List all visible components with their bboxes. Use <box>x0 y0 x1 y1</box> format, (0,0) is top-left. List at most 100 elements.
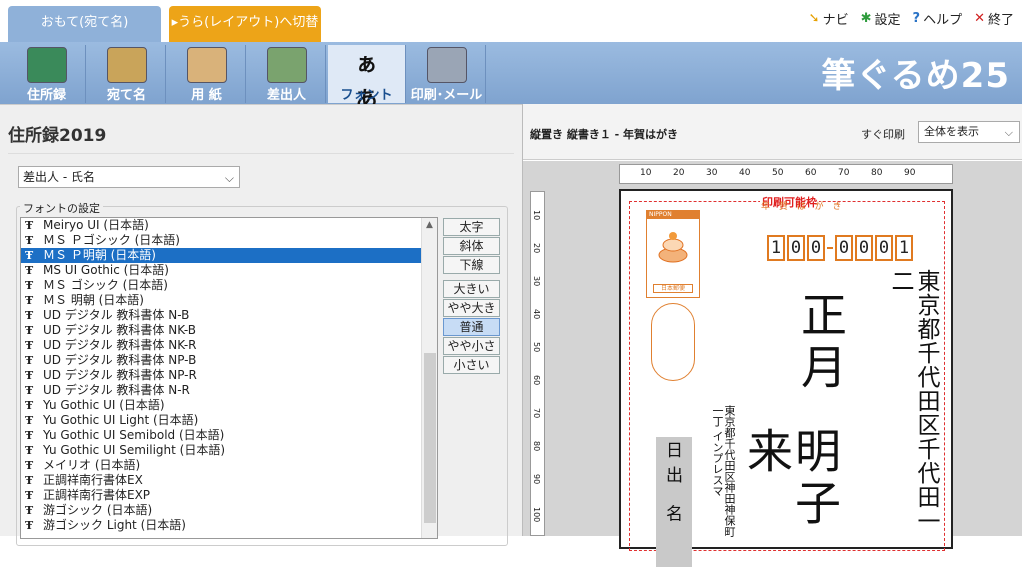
font-list-item[interactable]: Ŧ UD デジタル 教科書体 NK-R <box>21 338 437 353</box>
field-select[interactable]: 差出人 - 氏名 ⌵ <box>18 166 240 188</box>
font-name: ＭＳ Ｐ明朝 (日本語) <box>43 248 156 262</box>
horizontal-ruler: 10 20 30 40 50 60 70 80 90 <box>619 164 953 184</box>
toolbar-label: 印刷･メール <box>410 88 483 103</box>
postal-dash <box>827 247 833 249</box>
stamp-icon: NIPPON 日本郵便 <box>646 210 700 298</box>
underline-button[interactable]: 下線 <box>443 256 500 274</box>
ruler-tick-label: 20 <box>532 243 541 254</box>
menu-help[interactable]: ? ヘルプ <box>913 9 963 28</box>
font-list-item[interactable]: Ŧ メイリオ (日本語) <box>21 458 437 473</box>
font-list-item[interactable]: Ŧ 正調祥南行書体EXP <box>21 488 437 503</box>
postal-digit-box: 0 <box>787 235 805 261</box>
stamp-bottom-text: 日本郵便 <box>653 284 693 293</box>
font-list-scrollbar[interactable]: ▲ <box>421 218 437 538</box>
sender-address-line-2: インプレスマ <box>711 430 724 497</box>
menu-close[interactable]: ✕ 終了 <box>974 9 1014 28</box>
zoom-select[interactable]: 全体を表示 ⌵ <box>918 121 1020 143</box>
truetype-font-icon: Ŧ <box>25 429 34 442</box>
ruler-tick-label: 10 <box>532 210 541 221</box>
font-name: UD デジタル 教科書体 N-R <box>43 383 190 397</box>
font-list-item[interactable]: Ŧ Yu Gothic UI (日本語) <box>21 398 437 413</box>
recipient-name-2[interactable]: 明子 来 <box>740 427 842 547</box>
postcard[interactable]: 印刷可能枠 年 賀 は が き NIPPON 日本郵便 1000001 東京都千… <box>619 189 953 567</box>
menu-pointer[interactable]: ➘ ナビ <box>809 9 849 28</box>
truetype-font-icon: Ŧ <box>25 294 34 307</box>
sender-address[interactable]: 東京都千代田区神田神保町一丁 インプレスマ <box>711 405 736 547</box>
font-list-item[interactable]: Ŧ Yu Gothic UI Semilight (日本語) <box>21 443 437 458</box>
font-name: MS UI Gothic (日本語) <box>43 263 169 277</box>
font-name: ＭＳ ゴシック (日本語) <box>43 278 168 292</box>
postal-digit-box: 1 <box>895 235 913 261</box>
ruler-tick-label: 90 <box>904 168 916 178</box>
font-list-item[interactable]: Ŧ Yu Gothic UI Light (日本語) <box>21 413 437 428</box>
truetype-font-icon: Ŧ <box>25 354 34 367</box>
menu-label: 設定 <box>874 13 901 28</box>
font-list-item[interactable]: Ŧ UD デジタル 教科書体 NK-B <box>21 323 437 338</box>
ruler-tick-label: 80 <box>532 441 541 452</box>
font-list-item[interactable]: Ŧ UD デジタル 教科書体 NP-B <box>21 353 437 368</box>
top-menu: ➘ ナビ ✱ 設定 ? ヘルプ ✕ 終了 <box>809 9 1014 28</box>
size-normal-button[interactable]: 普通 <box>443 318 500 336</box>
brand-logo: 筆ぐるめ25 <box>821 56 1010 96</box>
truetype-font-icon: Ŧ <box>25 219 34 232</box>
font-name: Meiryo UI (日本語) <box>43 218 149 232</box>
font-list-item[interactable]: Ŧ Yu Gothic UI Semibold (日本語) <box>21 428 437 443</box>
main-toolbar: 筆ぐるめ25 住所録 宛て名用 紙差出人 ぁあ フォント 印刷･メール <box>0 42 1022 113</box>
font-name: Yu Gothic UI Light (日本語) <box>43 413 199 427</box>
size-small-button[interactable]: 小さい <box>443 356 500 374</box>
scroll-up-icon[interactable]: ▲ <box>426 220 433 230</box>
font-name: UD デジタル 教科書体 NK-B <box>43 323 196 337</box>
paper-icon <box>186 47 227 83</box>
toolbar-label: 住所録 <box>26 88 66 103</box>
toolbar-font[interactable]: ぁあ フォント <box>328 45 406 113</box>
toolbar-paper[interactable]: 用 紙 <box>168 45 246 103</box>
font-list-item[interactable]: Ŧ Meiryo UI (日本語) <box>21 218 437 233</box>
postcard-preview: 10 20 30 40 50 60 70 80 90 10 20 30 40 50 60 70 80 90 100… <box>523 161 1022 567</box>
truetype-font-icon: Ŧ <box>25 249 34 262</box>
address-book-title: 住所録2019 <box>8 126 107 146</box>
bold-button[interactable]: 太字 <box>443 218 500 236</box>
font-list-item[interactable]: Ŧ MS UI Gothic (日本語) <box>21 263 437 278</box>
postal-code-boxes[interactable]: 1000001 <box>767 235 913 261</box>
recipient-address[interactable]: 東京都千代田区千代田一二 <box>887 269 939 547</box>
printer-icon <box>426 47 467 83</box>
size-large-button[interactable]: 大きい <box>443 280 500 298</box>
font-list-item[interactable]: Ŧ ＭＳ 明朝 (日本語) <box>21 293 437 308</box>
ruler-tick-label: 50 <box>532 342 541 353</box>
help-icon: ? <box>912 11 921 26</box>
ruler-tick-label: 60 <box>805 168 817 178</box>
font-list-item[interactable]: Ŧ 游ゴシック Light (日本語) <box>21 518 437 533</box>
postal-digit-box: 0 <box>807 235 825 261</box>
tab-front-address[interactable]: おもて(宛て名) <box>8 6 161 42</box>
postal-digit-box: 1 <box>767 235 785 261</box>
toolbar-addressee[interactable]: 宛て名 <box>88 45 166 103</box>
top-bar: おもて(宛て名) ▸うら(レイアウト)へ切替 ➘ ナビ ✱ 設定 ? ヘルプ ✕ 終了 <box>0 0 1022 42</box>
truetype-font-icon: Ŧ <box>25 399 34 412</box>
scroll-thumb[interactable] <box>424 353 436 523</box>
toolbar-printer[interactable]: 印刷･メール <box>408 45 486 103</box>
font-list-item[interactable]: Ŧ UD デジタル 教科書体 N-B <box>21 308 437 323</box>
font-list-item[interactable]: Ŧ ＭＳ Ｐ明朝 (日本語) <box>21 248 437 263</box>
font-list-item[interactable]: Ŧ 正調祥南行書体EX <box>21 473 437 488</box>
font-name: 游ゴシック (日本語) <box>43 503 153 517</box>
toolbar-sender[interactable]: 差出人 <box>248 45 326 103</box>
font-list-item[interactable]: Ŧ ＭＳ Ｐゴシック (日本語) <box>21 233 437 248</box>
font-list-item[interactable]: Ŧ 游ゴシック (日本語) <box>21 503 437 518</box>
size-slightly-large-button[interactable]: やや大きい <box>443 299 500 331</box>
gear-icon: ✱ <box>860 11 872 26</box>
font-list[interactable]: Ŧ Meiryo UI (日本語) Ŧ ＭＳ Ｐゴシック (日本語) Ŧ ＭＳ Ｐ明朝 (… <box>20 217 438 539</box>
truetype-font-icon: Ŧ <box>25 339 34 352</box>
menu-gear[interactable]: ✱ 設定 <box>861 9 901 28</box>
truetype-font-icon: Ŧ <box>25 519 34 532</box>
tab-back-layout-switch[interactable]: ▸うら(レイアウト)へ切替 <box>169 6 321 42</box>
size-slightly-small-button[interactable]: やや小さい <box>443 337 500 369</box>
italic-button[interactable]: 斜体 <box>443 237 500 255</box>
sender-name[interactable]: 日出 名 <box>662 441 682 529</box>
toolbar-address-book[interactable]: 住所録 <box>8 45 86 103</box>
font-list-item[interactable]: Ŧ UD デジタル 教科書体 NP-R <box>21 368 437 383</box>
font-list-item[interactable]: Ŧ UD デジタル 教科書体 N-R <box>21 383 437 398</box>
font-list-item[interactable]: Ŧ ＭＳ ゴシック (日本語) <box>21 278 437 293</box>
recipient-name-1[interactable]: 正月 <box>794 291 848 395</box>
field-select-value: 差出人 - 氏名 <box>23 170 95 184</box>
truetype-font-icon: Ŧ <box>25 459 34 472</box>
